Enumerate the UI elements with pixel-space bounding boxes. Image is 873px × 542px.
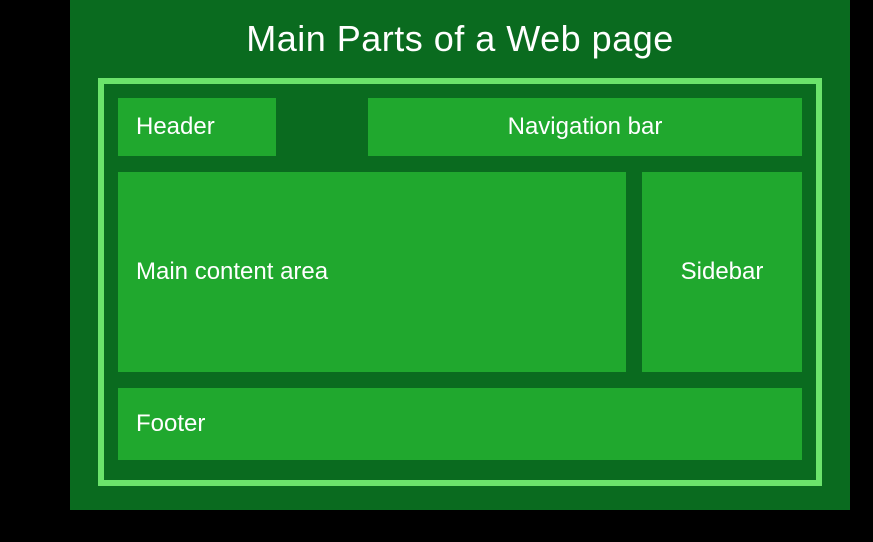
footer-label: Footer <box>136 410 205 438</box>
row-middle: Main content area Sidebar <box>118 172 802 372</box>
diagram-title: Main Parts of a Web page <box>98 18 822 60</box>
main-content-label: Main content area <box>136 258 328 286</box>
sidebar-label: Sidebar <box>681 258 764 286</box>
top-spacer <box>292 98 352 156</box>
layout-frame: Header Navigation bar Main content area … <box>98 78 822 486</box>
diagram-canvas: Main Parts of a Web page Header Navigati… <box>70 0 850 510</box>
navigation-section: Navigation bar <box>368 98 802 156</box>
header-section: Header <box>118 98 276 156</box>
row-bottom: Footer <box>118 388 802 460</box>
navigation-label: Navigation bar <box>508 113 663 141</box>
header-label: Header <box>136 113 215 141</box>
main-content-section: Main content area <box>118 172 626 372</box>
row-top: Header Navigation bar <box>118 98 802 156</box>
footer-section: Footer <box>118 388 802 460</box>
sidebar-section: Sidebar <box>642 172 802 372</box>
